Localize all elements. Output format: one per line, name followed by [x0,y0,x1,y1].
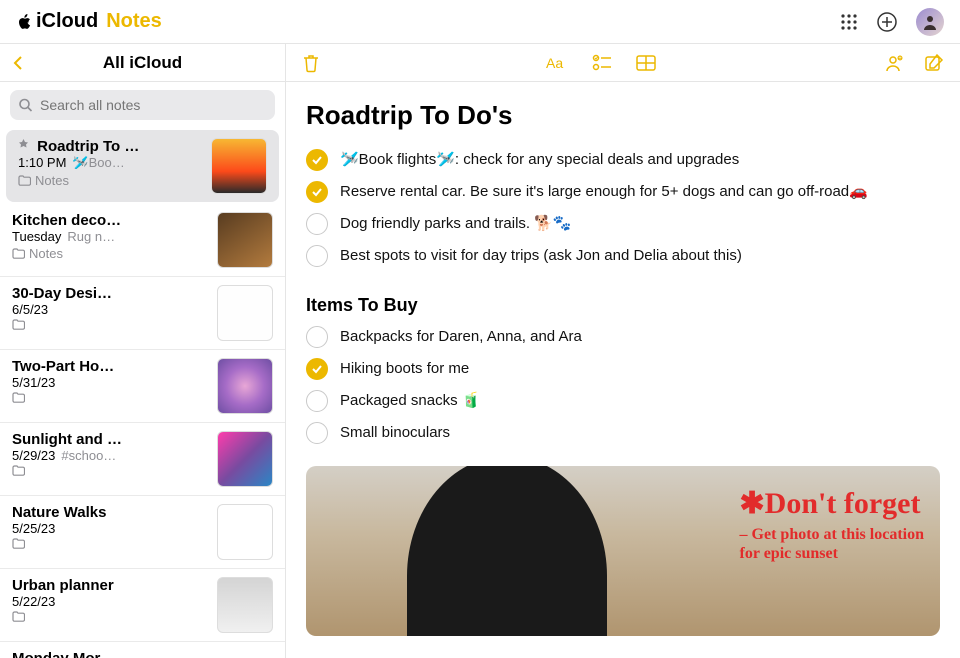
note-title-text: Monday Mor [12,650,273,658]
note-time-text: 5/31/23 [12,375,55,390]
checkbox-icon[interactable] [306,422,328,444]
checklist-text[interactable]: Best spots to visit for day trips (ask J… [340,245,742,267]
collaborate-icon[interactable]: + [882,53,904,73]
checkbox-icon[interactable] [306,149,328,171]
handwriting-main: ✱Don't forget [740,486,924,521]
note-list-item[interactable]: Two-Part Ho… 5/31/23 [0,350,285,423]
checklist-text[interactable]: Dog friendly parks and trails. 🐕🐾 [340,213,572,235]
checklist-text[interactable]: Reserve rental car. Be sure it's large e… [340,181,868,203]
checklist-text[interactable]: Hiking boots for me [340,358,469,380]
section-heading[interactable]: Items To Buy [306,295,940,316]
note-title-text: Kitchen deco… [12,212,207,229]
editor-toolbar: Aa + [286,44,960,82]
note-folder-text: Notes [29,246,63,261]
checklist-row[interactable]: Best spots to visit for day trips (ask J… [306,245,940,267]
search-icon [18,98,33,113]
note-snippet-text: #schoo… [61,448,116,463]
note-title-text: Sunlight and … [12,431,207,448]
checklist-text[interactable]: Small binoculars [340,422,450,444]
sidebar-title: All iCloud [0,53,285,73]
folder-icon [12,611,25,622]
checklist-icon[interactable] [592,54,612,72]
editor-pane: Aa + Roadtrip To Do's [286,44,960,658]
note-list-item[interactable]: Roadtrip To … 1:10 PM 🛩️Boo… Notes [6,130,279,202]
note-title-text: Roadtrip To … [37,138,139,155]
checkbox-icon[interactable] [306,358,328,380]
note-list-item[interactable]: Sunlight and … 5/29/23 #schoo… [0,423,285,496]
note-time-text: 5/22/23 [12,594,55,609]
note-title-text: Nature Walks [12,504,207,521]
back-chevron-icon[interactable] [12,55,24,71]
sidebar-header: All iCloud [0,44,285,82]
handwriting-sub-1: – Get photo at this location [740,526,924,543]
handwriting-sub-2: for epic sunset [740,545,838,562]
folder-icon [12,465,25,476]
note-list-item[interactable]: Urban planner 5/22/23 [0,569,285,642]
folder-icon [18,175,31,186]
checklist-row[interactable]: Hiking boots for me [306,358,940,380]
note-title-text: Urban planner [12,577,207,594]
checklist-row[interactable]: 🛩️Book flights🛩️: check for any special … [306,149,940,171]
checkbox-icon[interactable] [306,245,328,267]
note-thumbnail [217,504,273,560]
checkbox-icon[interactable] [306,390,328,412]
folder-icon [12,319,25,330]
table-icon[interactable] [636,54,656,72]
note-list-item[interactable]: Monday Mor [0,642,285,658]
note-list-item[interactable]: 30-Day Desi… 6/5/23 [0,277,285,350]
note-attachment-image[interactable]: ✱Don't forget – Get photo at this locati… [306,466,940,636]
note-thumbnail [217,577,273,633]
note-list-item[interactable]: Kitchen deco… Tuesday Rug n… Notes [0,204,285,277]
note-thumbnail [217,431,273,487]
note-thumbnail [217,358,273,414]
app-topbar: iCloud Notes [0,0,960,44]
pin-icon [18,139,29,150]
folder-icon [12,392,25,403]
folder-icon [12,248,25,259]
note-time-text: 5/29/23 [12,448,55,463]
note-snippet-text: Rug n… [67,229,115,244]
note-thumbnail [211,138,267,194]
avatar[interactable] [916,8,944,36]
note-thumbnail [217,285,273,341]
svg-text:Aa: Aa [546,55,563,71]
note-snippet-text: 🛩️Boo… [72,155,124,171]
editor-body[interactable]: Roadtrip To Do's 🛩️Book flights🛩️: check… [286,82,960,658]
checklist-row[interactable]: Small binoculars [306,422,940,444]
trash-icon[interactable] [302,53,320,73]
checkbox-icon[interactable] [306,213,328,235]
svg-text:+: + [898,56,902,62]
folder-icon [12,538,25,549]
checkbox-icon[interactable] [306,181,328,203]
sidebar: All iCloud Roadtrip To … [0,44,286,658]
checklist-text[interactable]: 🛩️Book flights🛩️: check for any special … [340,149,739,171]
brand-notes-text[interactable]: Notes [106,10,162,33]
checklist-row[interactable]: Packaged snacks 🧃 [306,390,940,412]
apple-logo-icon [16,13,32,31]
note-title-text: Two-Part Ho… [12,358,207,375]
note-title-text: 30-Day Desi… [12,285,207,302]
checklist-text[interactable]: Backpacks for Daren, Anna, and Ara [340,326,582,348]
checklist-row[interactable]: Reserve rental car. Be sure it's large e… [306,181,940,203]
checkbox-icon[interactable] [306,326,328,348]
brand-icloud-text[interactable]: iCloud [36,10,98,33]
note-time-text: 1:10 PM [18,155,66,170]
note-thumbnail [217,212,273,268]
app-launcher-icon[interactable] [840,13,858,31]
compose-icon[interactable] [924,53,944,73]
note-time-text: 5/25/23 [12,521,55,536]
add-icon[interactable] [876,11,898,33]
note-folder-text: Notes [35,173,69,188]
document-title[interactable]: Roadtrip To Do's [306,100,940,131]
notes-list[interactable]: Roadtrip To … 1:10 PM 🛩️Boo… Notes Kitch… [0,128,285,658]
checklist-text[interactable]: Packaged snacks 🧃 [340,390,480,412]
search-input[interactable] [10,90,275,120]
checklist-row[interactable]: Dog friendly parks and trails. 🐕🐾 [306,213,940,235]
text-style-icon[interactable]: Aa [546,54,568,72]
handwriting-annotation: ✱Don't forget – Get photo at this locati… [740,486,924,563]
note-time-text: 6/5/23 [12,302,48,317]
note-list-item[interactable]: Nature Walks 5/25/23 [0,496,285,569]
checklist-row[interactable]: Backpacks for Daren, Anna, and Ara [306,326,940,348]
note-time-text: Tuesday [12,229,61,244]
